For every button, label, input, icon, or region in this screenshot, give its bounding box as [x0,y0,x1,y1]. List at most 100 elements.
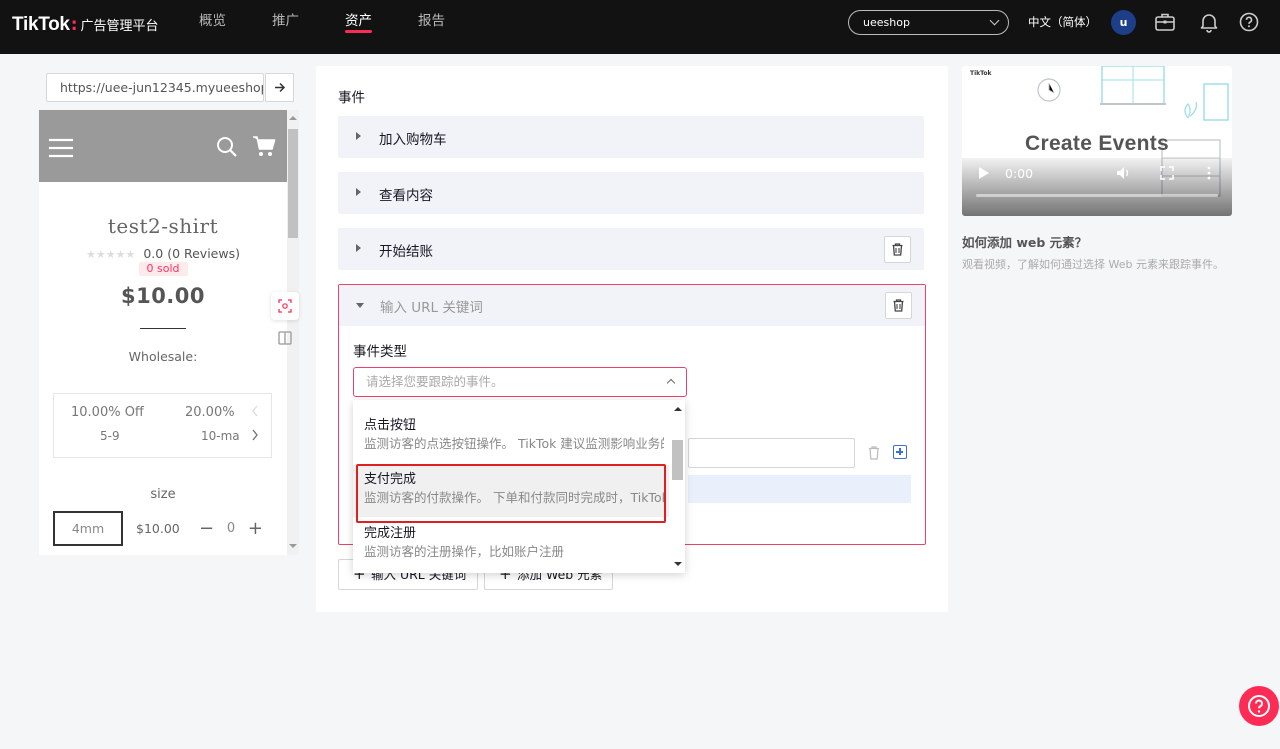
product-title: test2-shirt [107,214,219,238]
delete-url-keyword-button[interactable] [885,292,912,319]
url-keyword-title: 输入 URL 关键词 [380,300,483,316]
menu-icon[interactable] [48,138,74,158]
scroll-down-icon[interactable] [674,561,682,567]
dropdown-scroll-thumb[interactable] [672,440,683,480]
logo-brand: TikTok [12,14,70,35]
url-keyword-input[interactable] [688,438,855,468]
book-icon [278,331,292,345]
avatar[interactable]: u [1111,10,1136,35]
tier-1-discount: 10.00% Off [71,405,144,420]
caret-down-icon [356,303,364,308]
chevron-up-icon [666,378,676,388]
event-type-label: 事件类型 [353,344,407,360]
video-title: Create Events [1025,132,1169,155]
review-count[interactable]: (0 Reviews) [167,246,240,261]
help-title: 如何添加 web 元素？ [962,235,1088,250]
trash-icon [893,299,904,312]
floating-help-button[interactable] [1239,686,1279,726]
sold-badge: 0 sold [138,262,188,276]
product-price: $10.00 [120,284,206,308]
preview-mode-tool[interactable] [271,324,299,352]
scroll-up-icon[interactable] [674,406,682,412]
bell-icon[interactable] [1198,11,1220,33]
nav-overview[interactable]: 概览 [199,0,226,54]
divider [140,328,186,329]
search-icon[interactable] [216,136,238,158]
top-nav-bar: TikTok : 广告管理平台 概览 推广 资产 报告 ueeshop 中文（简… [0,0,1280,54]
trash-icon[interactable] [867,445,881,461]
tiktok-ads-logo[interactable]: TikTok : 广告管理平台 [12,14,159,36]
tier-1-range: 5-9 [100,429,120,443]
tier-2-discount: 20.00% [185,405,235,420]
url-go-button[interactable] [265,73,294,102]
qty-minus-button[interactable]: − [199,518,214,539]
crosshair-select-icon [278,299,292,313]
video-progress-bar[interactable] [976,194,1218,197]
preview-url-input[interactable]: https://uee-jun12345.myueeshop.com [46,73,264,102]
tutorial-video[interactable]: TikTok Create Events 0:00 [962,66,1232,216]
delete-event-button[interactable] [884,236,911,263]
events-section-title: 事件 [338,90,365,106]
account-select[interactable]: ueeshop [848,10,1009,35]
size-option-4mm[interactable]: 4mm [53,511,123,546]
nav-reports[interactable]: 报告 [418,0,445,54]
briefcase-icon[interactable] [1154,11,1176,33]
option-click-button[interactable]: 点击按钮 监测访客的点选按钮操作。 TikTok 建议监测影响业务的按钮点击 [353,411,669,463]
url-keyword-header[interactable]: 输入 URL 关键词 [339,285,925,326]
help-icon[interactable] [1238,11,1260,33]
option-title: 完成注册 [364,526,417,541]
help-description: 观看视频，了解如何通过选择 Web 元素来跟踪事件。 [962,258,1224,271]
caret-right-icon [356,132,361,140]
event-type-select[interactable]: 请选择您要跟踪的事件。 [353,367,687,397]
video-controls [962,158,1232,216]
rating-value: 0.0 [143,246,164,261]
store-header [39,110,287,182]
more-options-icon[interactable] [1206,166,1212,180]
fullscreen-icon[interactable] [1160,166,1174,180]
caret-right-icon [356,244,361,252]
rating-stars-icon: ★★★★★ [86,248,136,261]
volume-icon[interactable] [1116,166,1132,180]
option-title: 点击按钮 [364,418,417,433]
scroll-down-icon[interactable] [289,543,297,549]
size-label: size [150,487,176,502]
option-desc: 监测访客的注册操作，比如账户注册 [364,544,565,559]
nav-assets[interactable]: 资产 [345,0,372,54]
event-row-add-to-cart[interactable]: 加入购物车 [338,116,924,158]
logo-suffix: 广告管理平台 [80,19,159,34]
logo-dot: : [70,15,78,35]
chevron-right-icon[interactable] [250,428,260,442]
scroll-up-icon[interactable] [289,115,297,121]
video-time: 0:00 [1005,166,1034,181]
wholesale-label: Wholesale: [128,349,198,364]
store-preview: test2-shirt ★★★★★ 0.0 (0 Reviews) 0 sold… [39,110,287,555]
quantity-stepper: − 0 + [199,511,263,546]
dropdown-scrollbar[interactable] [671,400,685,573]
highlight-annotation-frame [356,464,666,523]
wholesale-tiers: 10.00% Off 5-9 20.00% 10-ma [53,393,272,458]
scrollbar-thumb[interactable] [288,129,298,238]
select-element-tool[interactable] [271,292,299,320]
option-price: $10.00 [136,521,180,536]
nav-promote[interactable]: 推广 [272,0,299,54]
add-keyword-icon[interactable] [893,445,907,459]
play-icon[interactable] [978,166,990,180]
language-switch[interactable]: 中文（简体） [1028,14,1097,30]
account-select-value: ueeshop [863,16,910,29]
chevron-left-icon[interactable] [250,404,260,418]
event-label: 加入购物车 [379,132,447,148]
cart-icon[interactable] [252,135,276,157]
event-row-view-content[interactable]: 查看内容 [338,172,924,214]
qty-plus-button[interactable]: + [248,518,263,539]
keyword-hint-strip [688,475,911,503]
option-complete-registration[interactable]: 完成注册 监测访客的注册操作，比如账户注册 [353,519,669,571]
qty-value[interactable]: 0 [227,521,235,536]
event-type-placeholder: 请选择您要跟踪的事件。 [366,374,504,389]
event-label: 查看内容 [379,188,433,204]
event-row-initiate-checkout[interactable]: 开始结账 [338,228,924,270]
chevron-down-icon [989,15,1000,26]
option-desc: 监测访客的点选按钮操作。 TikTok 建议监测影响业务的按钮点击 [364,436,664,451]
main-nav: 概览 推广 资产 报告 [199,0,491,54]
help-icon [1248,695,1270,717]
product-rating: ★★★★★ 0.0 (0 Reviews) [39,246,287,261]
